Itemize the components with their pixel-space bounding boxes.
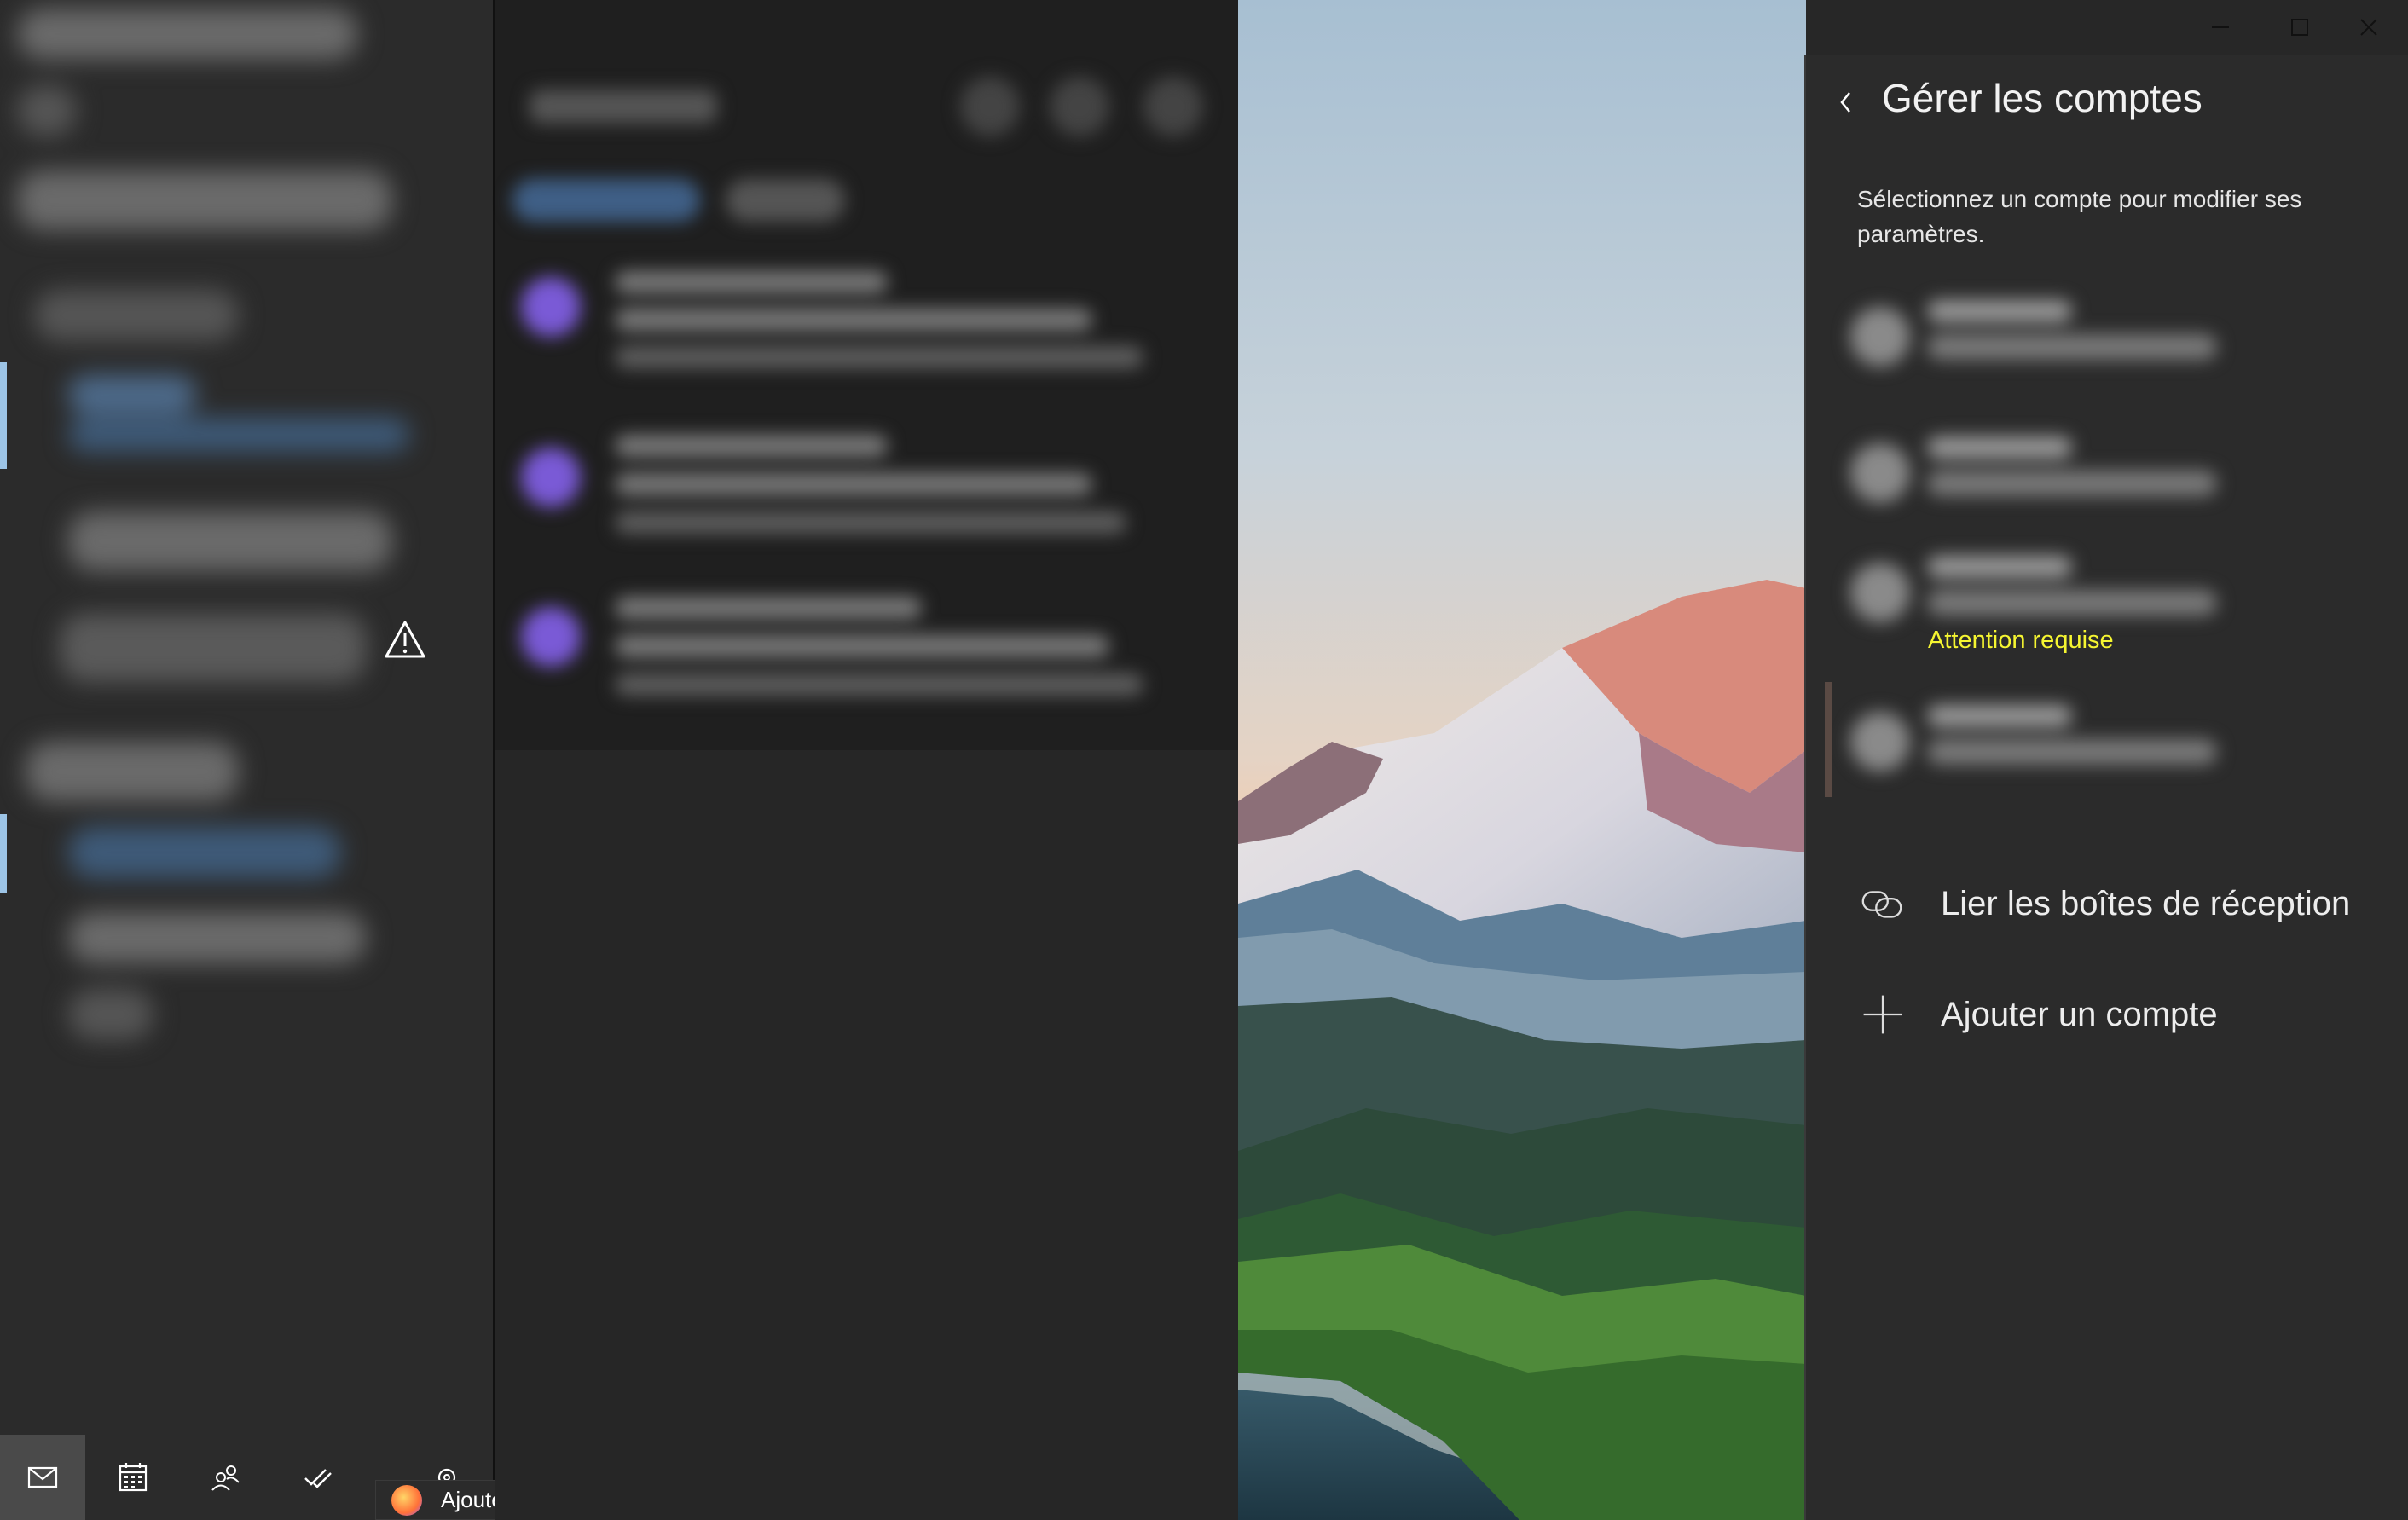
blurred-message-preview: [615, 673, 1143, 696]
todo-icon: [304, 1469, 332, 1488]
account-email: [1927, 334, 2217, 360]
mail-button[interactable]: [0, 1435, 85, 1520]
account-hover-indicator: [1825, 682, 1832, 797]
warning-icon: [384, 620, 426, 659]
navigation-pane: [0, 0, 493, 1520]
blurred-folder-subtext: [68, 418, 409, 452]
blurred-folder-item-warning[interactable]: [60, 614, 367, 682]
account-name: [1927, 436, 2072, 459]
attention-required-label: Attention requise: [1928, 627, 2114, 654]
account-avatar: [1850, 443, 1910, 503]
blurred-filter-button[interactable]: [1143, 77, 1203, 136]
minimize-icon: [2212, 26, 2229, 28]
add-account-button[interactable]: Ajouter un compte: [1857, 980, 2218, 1049]
account-avatar: [1850, 712, 1910, 772]
message-list-area: [495, 0, 1238, 750]
link-inboxes-label: Lier les boîtes de réception: [1941, 884, 2351, 922]
blurred-focused-tab[interactable]: [512, 179, 700, 222]
blurred-message-subject: [615, 309, 1092, 331]
blurred-more-item[interactable]: [68, 989, 153, 1040]
blurred-other-tab[interactable]: [726, 179, 845, 222]
account-item[interactable]: [1844, 418, 2251, 529]
account-name: [1927, 705, 2072, 727]
blurred-avatar-3: [521, 607, 581, 667]
plus-icon: [1857, 989, 1908, 1040]
minimize-button[interactable]: [2181, 0, 2260, 55]
blurred-menu-button[interactable]: [17, 85, 77, 136]
account-item[interactable]: [1844, 686, 2251, 797]
firefox-icon: [391, 1484, 422, 1516]
account-name: [1927, 556, 2072, 578]
people-button[interactable]: [182, 1435, 268, 1520]
blurred-avatar-1: [521, 277, 581, 337]
close-button[interactable]: [2330, 0, 2408, 55]
blurred-new-mail-button[interactable]: [17, 170, 392, 230]
blurred-account-header-2: [26, 742, 239, 801]
blurred-avatar-2: [521, 448, 581, 507]
blurred-search-box[interactable]: [530, 90, 717, 124]
panel-description: Sélectionnez un compte pour modifier ses…: [1857, 186, 2302, 247]
calendar-icon: [119, 1463, 148, 1492]
blurred-app-title: [17, 9, 358, 60]
blurred-account-header: [34, 290, 239, 341]
maximize-icon: [2291, 19, 2308, 36]
blurred-select-button[interactable]: [1050, 77, 1109, 136]
mail-icon: [27, 1466, 58, 1488]
selected-indicator-2: [0, 814, 7, 893]
blurred-message-sender: [615, 271, 888, 293]
link-icon: [1857, 878, 1908, 929]
blurred-message-preview: [615, 511, 1126, 534]
blurred-message-sender: [615, 597, 922, 619]
blurred-folder-item[interactable]: [68, 511, 392, 571]
link-inboxes-button[interactable]: Lier les boîtes de réception: [1857, 870, 2350, 938]
account-item[interactable]: [1844, 281, 2251, 392]
blurred-folder-item-3[interactable]: [68, 912, 367, 963]
blurred-message-subject: [615, 635, 1109, 657]
blurred-folder-selected[interactable]: [68, 375, 196, 414]
todo-button[interactable]: [275, 1435, 360, 1520]
account-avatar: [1850, 563, 1910, 622]
account-email: [1927, 471, 2217, 496]
chevron-left-icon: [1840, 92, 1850, 113]
account-email: [1927, 739, 2217, 765]
background-landscape-image: [1238, 0, 1806, 1520]
blurred-sync-button[interactable]: [960, 77, 1020, 136]
blurred-message-sender: [615, 435, 888, 457]
account-email: [1927, 590, 2217, 616]
account-avatar: [1850, 307, 1910, 367]
close-icon: [2360, 19, 2377, 36]
blurred-message-preview: [615, 346, 1143, 368]
account-name: [1927, 300, 2072, 322]
blurred-folder-selected-2[interactable]: [68, 827, 341, 878]
back-button[interactable]: [1825, 77, 1867, 128]
calendar-button[interactable]: [90, 1435, 176, 1520]
maximize-button[interactable]: [2260, 0, 2339, 55]
add-account-label: Ajouter un compte: [1941, 995, 2218, 1033]
selected-indicator: [0, 362, 7, 469]
blurred-message-subject: [615, 473, 1092, 495]
people-icon: [211, 1465, 240, 1491]
panel-title: Gérer les comptes: [1882, 76, 2203, 120]
account-item-attention[interactable]: [1844, 537, 2251, 622]
